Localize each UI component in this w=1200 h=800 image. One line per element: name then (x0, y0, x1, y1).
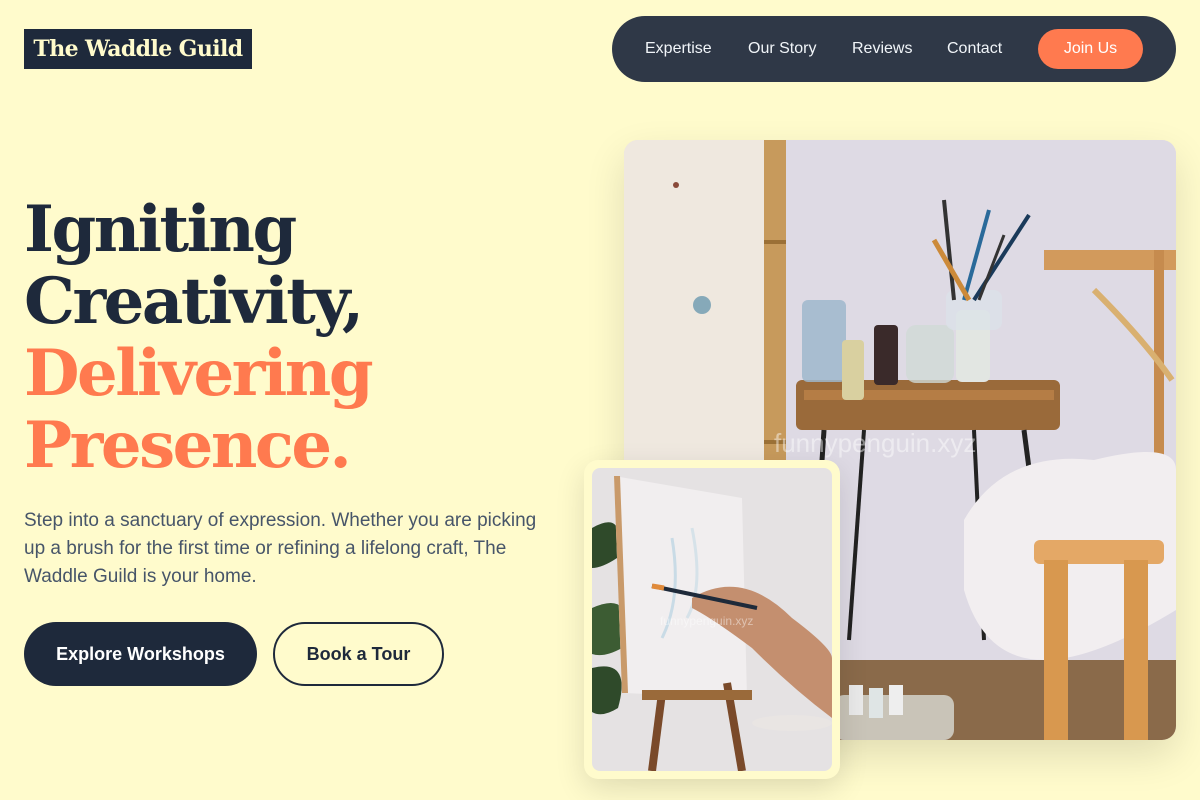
hero-description: Step into a sanctuary of expression. Whe… (24, 510, 537, 587)
top-navigation: Expertise Our Story Reviews Contact Join… (612, 16, 1176, 82)
explore-workshops-button[interactable]: Explore Workshops (24, 622, 257, 686)
hero-heading-line-2: Creativity, (24, 264, 364, 339)
hero-heading: Igniting Creativity, Delivering Presence… (24, 192, 374, 483)
book-a-tour-button[interactable]: Book a Tour (273, 622, 444, 686)
hero-heading-line-4: Presence. (24, 408, 352, 483)
join-us-button[interactable]: Join Us (1038, 29, 1143, 69)
main-photo-watermark: funnypenguin.xyz (774, 428, 977, 458)
painting-photo-card: funnypenguin.xyz (584, 460, 840, 779)
nav-link-reviews[interactable]: Reviews (852, 16, 912, 82)
painting-on-easel-photo: funnypenguin.xyz (592, 468, 832, 771)
hero-heading-line-3: Delivering (24, 336, 374, 411)
nav-link-contact[interactable]: Contact (947, 16, 1002, 82)
inset-photo-watermark: funnypenguin.xyz (660, 614, 754, 628)
hero-heading-line-1: Igniting (24, 192, 297, 267)
brand-logo[interactable]: The Waddle Guild (24, 29, 252, 69)
nav-link-our-story[interactable]: Our Story (748, 16, 816, 82)
nav-link-expertise[interactable]: Expertise (645, 16, 712, 82)
page: The Waddle Guild Expertise Our Story Rev… (0, 0, 1200, 800)
brand-logo-text: The Waddle Guild (33, 36, 243, 62)
